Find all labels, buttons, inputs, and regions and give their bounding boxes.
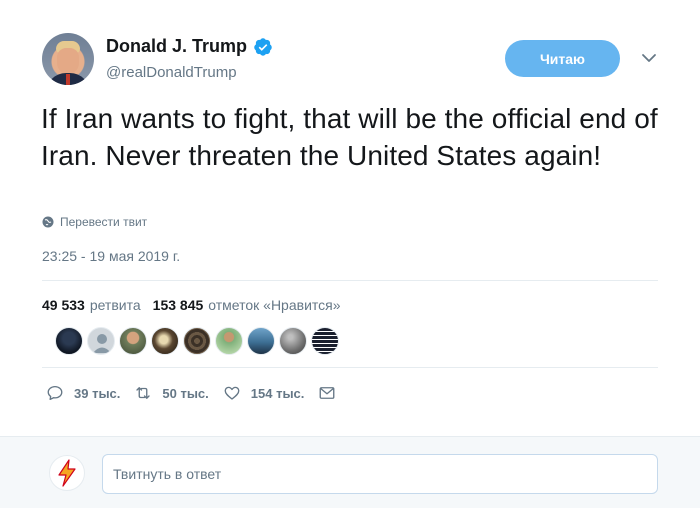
reply-count: 39 тыс. (74, 385, 121, 401)
tweet-actions: 39 тыс. 50 тыс. 154 тыс. (46, 384, 350, 402)
author-avatar[interactable] (42, 33, 94, 85)
avatar-face (57, 48, 79, 74)
retweet-count: 50 тыс. (162, 385, 209, 401)
globe-icon (42, 216, 54, 228)
liker-avatar-6[interactable] (215, 327, 243, 355)
liker-avatar-3[interactable] (119, 327, 147, 355)
reply-input[interactable] (102, 454, 658, 494)
retweet-icon (136, 387, 151, 399)
likes-label[interactable]: отметок «Нравится» (208, 297, 340, 313)
verified-badge-icon (254, 37, 272, 56)
divider-bottom (42, 367, 658, 368)
retweets-label[interactable]: ретвита (90, 297, 141, 313)
following-button[interactable]: Читаю (505, 40, 620, 77)
tweet-stats: 49 533 ретвита 153 845 отметок «Нравится… (42, 297, 353, 313)
liker-avatar-1[interactable] (55, 327, 83, 355)
translate-tweet-link[interactable]: Перевести твит (42, 215, 147, 229)
tweet-card: Donald J. Trump @realDonaldTrump Читаю I… (0, 0, 700, 436)
direct-message-action[interactable] (318, 384, 336, 402)
envelope-icon (319, 387, 335, 399)
likes-count[interactable]: 153 845 (153, 297, 204, 313)
author-display-name[interactable]: Donald J. Trump (106, 36, 247, 57)
author-handle[interactable]: @realDonaldTrump (106, 64, 237, 81)
liker-avatars (55, 327, 343, 355)
current-user-avatar[interactable] (49, 455, 85, 491)
reply-bar (0, 436, 700, 508)
translate-label: Перевести твит (60, 215, 148, 229)
lightning-icon (58, 459, 76, 487)
retweet-action[interactable]: 50 тыс. (134, 384, 209, 402)
divider-top (42, 280, 658, 281)
liker-avatar-8[interactable] (279, 327, 307, 355)
reply-icon (47, 385, 63, 401)
liker-avatar-5[interactable] (183, 327, 211, 355)
liker-avatar-2[interactable] (87, 327, 115, 355)
like-count: 154 тыс. (250, 385, 305, 401)
chevron-down-icon[interactable] (641, 52, 657, 64)
tweet-timestamp[interactable]: 23:25 - 19 мая 2019 г. (42, 248, 180, 264)
tweet-text: If Iran wants to fight, that will be the… (41, 103, 658, 171)
default-user-icon (93, 334, 111, 353)
avatar-tie (66, 74, 70, 85)
liker-avatar-7[interactable] (247, 327, 275, 355)
liker-avatar-9[interactable] (311, 327, 339, 355)
liker-avatar-4[interactable] (151, 327, 179, 355)
retweets-count[interactable]: 49 533 (42, 297, 85, 313)
like-action[interactable]: 154 тыс. (223, 384, 305, 402)
reply-action[interactable]: 39 тыс. (46, 384, 120, 402)
heart-icon (224, 386, 240, 400)
author-name-row[interactable]: Donald J. Trump (106, 36, 273, 57)
